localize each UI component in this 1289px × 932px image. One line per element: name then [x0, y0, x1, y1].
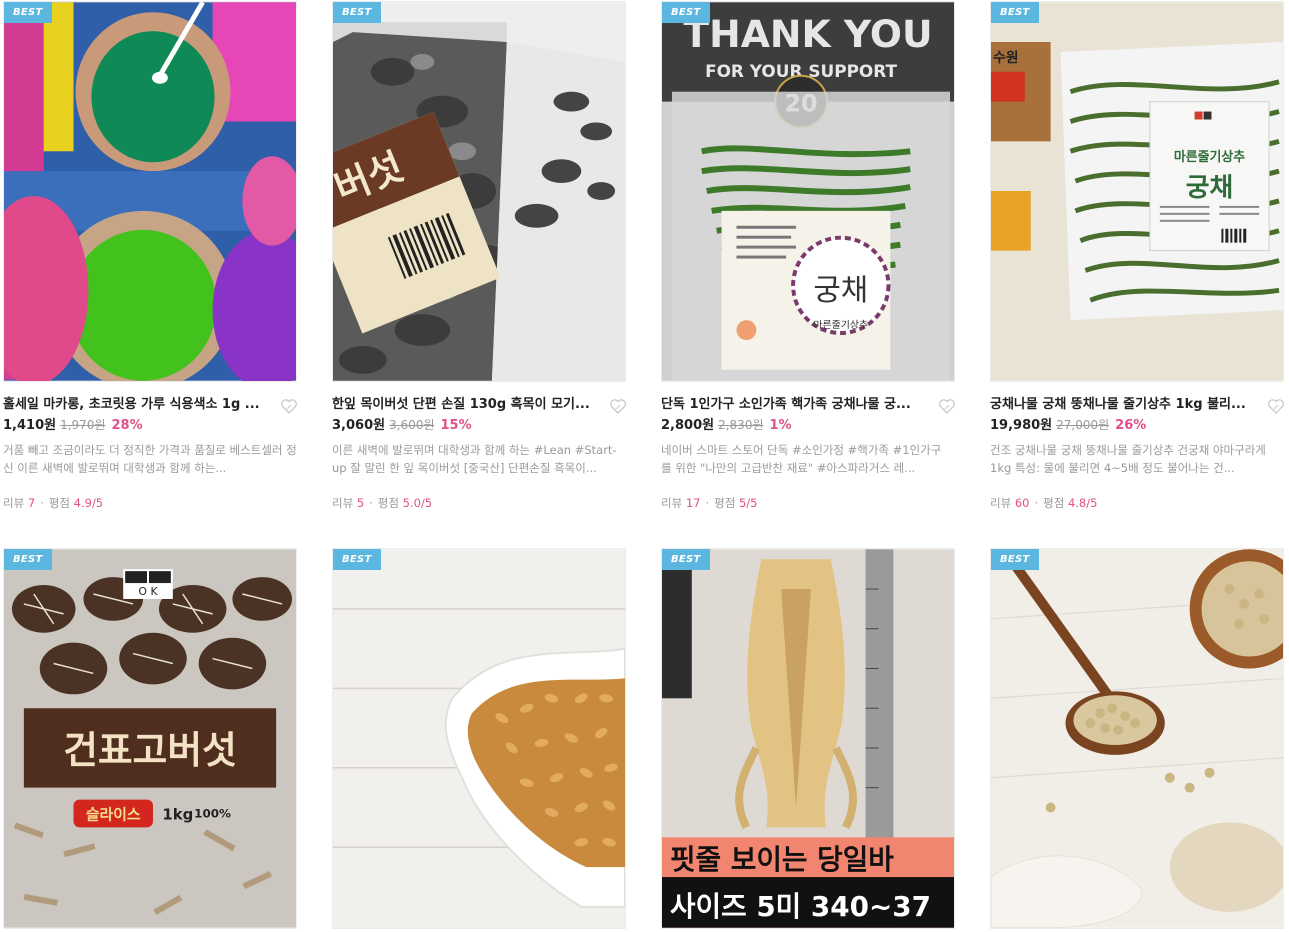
- review-count: 7: [27, 496, 36, 510]
- discount-rate: 15%: [440, 418, 472, 433]
- svg-text:마른줄기상추: 마른줄기상추: [1174, 149, 1245, 165]
- svg-text:궁채: 궁채: [1186, 173, 1234, 203]
- product-description: 네이버 스마트 스토어 단독 #소인가정 #핵가족 #1인가구 를 위한 "나만…: [661, 443, 942, 475]
- price-row: 3,060원 3,600원 15%: [332, 416, 472, 434]
- product-title[interactable]: 단독 1인가구 소인가족 핵가족 궁채나물 궁...: [661, 396, 929, 414]
- sale-price: 2,800원: [661, 418, 715, 433]
- product-image[interactable]: 버섯 BEST: [332, 1, 626, 382]
- product-card[interactable]: O K 건표고버섯 슬라이스 1kg 100% BEST: [3, 548, 297, 929]
- review-count: 60: [1014, 496, 1030, 510]
- svg-text:1kg: 1kg: [162, 805, 193, 823]
- best-badge: BEST: [662, 549, 710, 570]
- product-image[interactable]: BEST: [990, 548, 1284, 929]
- sale-price: 1,410원: [3, 418, 57, 433]
- heart-icon[interactable]: [279, 396, 299, 416]
- review-count: 5: [356, 496, 365, 510]
- product-title[interactable]: 한잎 목이버섯 단편 손질 130g 흑목이 모기...: [332, 396, 600, 414]
- heart-icon[interactable]: [1266, 396, 1286, 416]
- discount-rate: 1%: [769, 418, 792, 433]
- best-badge: BEST: [991, 2, 1039, 23]
- review-count: 17: [685, 496, 701, 510]
- product-image[interactable]: THANK YOU FOR YOUR SUPPORT 20 궁채: [661, 1, 955, 382]
- svg-text:건표고버섯: 건표고버섯: [63, 728, 237, 772]
- original-price: 1,970원: [60, 418, 106, 432]
- original-price: 2,830원: [718, 418, 764, 432]
- heart-icon[interactable]: [937, 396, 957, 416]
- svg-text:사이즈 5미 340~37: 사이즈 5미 340~37: [670, 890, 931, 923]
- discount-rate: 28%: [111, 418, 143, 433]
- product-image[interactable]: BEST: [3, 1, 297, 382]
- rating-label: 평점: [714, 496, 736, 510]
- svg-text:궁채: 궁채: [813, 273, 868, 308]
- product-image[interactable]: 핏줄 보이는 당일바 사이즈 5미 340~37 BEST: [661, 548, 955, 929]
- review-meta: 리뷰 7 · 평점 4.9/5: [3, 496, 104, 510]
- product-card[interactable]: 수원 마른줄기상추 궁채 BEST 궁채나물 궁채 뚱채나물 줄기상추 1kg …: [990, 1, 1284, 510]
- rating-value: 5.0: [402, 496, 421, 510]
- review-meta: 리뷰 5 · 평점 5.0/5: [332, 496, 433, 510]
- best-badge: BEST: [333, 2, 381, 23]
- review-label: 리뷰: [661, 496, 683, 510]
- dried-squid-image: 핏줄 보이는 당일바 사이즈 5미 340~37: [662, 549, 954, 928]
- product-title[interactable]: 홀세일 마카롱, 초코릿용 가루 식용색소 1g ...: [3, 396, 271, 414]
- product-description: 거품 빼고 조금이라도 더 정직한 가격과 품질로 베스트셀러 정신 이른 새벽…: [3, 443, 297, 475]
- gungchae-package-image: THANK YOU FOR YOUR SUPPORT 20 궁채: [662, 2, 954, 381]
- price-row: 2,800원 2,830원 1%: [661, 416, 792, 434]
- rating-max: /5: [746, 496, 758, 510]
- product-card[interactable]: BEST: [990, 548, 1284, 929]
- wood-ear-mushroom-image: 버섯: [333, 2, 625, 381]
- white-pepper-image: [991, 549, 1283, 928]
- product-card[interactable]: 핏줄 보이는 당일바 사이즈 5미 340~37 BEST: [661, 548, 955, 929]
- product-image[interactable]: O K 건표고버섯 슬라이스 1kg 100% BEST: [3, 548, 297, 929]
- kamut-grain-image: [333, 549, 625, 928]
- best-badge: BEST: [333, 549, 381, 570]
- discount-rate: 26%: [1115, 418, 1147, 433]
- product-image[interactable]: 수원 마른줄기상추 궁채 BEST: [990, 1, 1284, 382]
- best-badge: BEST: [4, 549, 52, 570]
- review-label: 리뷰: [990, 496, 1012, 510]
- best-badge: BEST: [4, 2, 52, 23]
- product-title[interactable]: 궁채나물 궁채 뚱채나물 줄기상추 1kg 불리...: [990, 396, 1258, 414]
- gungchae-bulk-image: 수원 마른줄기상추 궁채: [991, 2, 1283, 381]
- product-grid: BEST 홀세일 마카롱, 초코릿용 가루 식용색소 1g ... 1,410원…: [0, 0, 1289, 932]
- rating-label: 평점: [377, 496, 399, 510]
- svg-text:수원: 수원: [993, 50, 1019, 66]
- shiitake-package-image: O K 건표고버섯 슬라이스 1kg 100%: [4, 549, 296, 928]
- product-description: 이른 새벽에 발로뛰며 대학생과 함께 하는 #Lean #Start-up 잘…: [332, 443, 617, 475]
- svg-text:핏줄 보이는 당일바: 핏줄 보이는 당일바: [670, 843, 894, 876]
- svg-text:마른줄기상추: 마른줄기상추: [813, 319, 868, 331]
- product-card[interactable]: BEST 홀세일 마카롱, 초코릿용 가루 식용색소 1g ... 1,410원…: [3, 1, 297, 510]
- product-description: 건조 궁채나물 궁채 뚱채나물 줄기상추 건궁채 야마구라게 1kg 특성: 물…: [990, 443, 1266, 475]
- review-label: 리뷰: [332, 496, 354, 510]
- heart-icon[interactable]: [608, 396, 628, 416]
- review-label: 리뷰: [3, 496, 25, 510]
- svg-text:O K: O K: [138, 585, 158, 598]
- rating-max: /5: [91, 496, 104, 510]
- rating-label: 평점: [48, 496, 70, 510]
- sale-price: 3,060원: [332, 418, 386, 433]
- best-badge: BEST: [991, 549, 1039, 570]
- review-meta: 리뷰 60 · 평점 4.8/5: [990, 496, 1098, 510]
- product-image[interactable]: BEST: [332, 548, 626, 929]
- sale-price: 19,980원: [990, 418, 1053, 433]
- review-meta: 리뷰 17 · 평점 5/5: [661, 496, 758, 510]
- svg-text:슬라이스: 슬라이스: [86, 805, 141, 823]
- rating-max: /5: [1086, 496, 1098, 510]
- price-row: 1,410원 1,970원 28%: [3, 416, 143, 434]
- rating-label: 평점: [1043, 496, 1065, 510]
- price-row: 19,980원 27,000원 26%: [990, 416, 1146, 434]
- product-card[interactable]: THANK YOU FOR YOUR SUPPORT 20 궁채: [661, 1, 955, 510]
- product-card[interactable]: 버섯 BEST 한잎 목이버섯 단편 손질 130g 흑목이 모기... 3,0…: [332, 1, 626, 510]
- svg-text:THANK YOU: THANK YOU: [683, 12, 932, 56]
- product-card[interactable]: BEST: [332, 548, 626, 929]
- svg-text:100%: 100%: [194, 806, 231, 820]
- original-price: 27,000원: [1056, 418, 1110, 432]
- rating-value: 4.8: [1067, 496, 1087, 510]
- food-coloring-image: [4, 2, 296, 381]
- rating-max: /5: [420, 496, 433, 510]
- original-price: 3,600원: [389, 418, 435, 432]
- rating-value: 4.9: [73, 496, 92, 510]
- best-badge: BEST: [662, 2, 710, 23]
